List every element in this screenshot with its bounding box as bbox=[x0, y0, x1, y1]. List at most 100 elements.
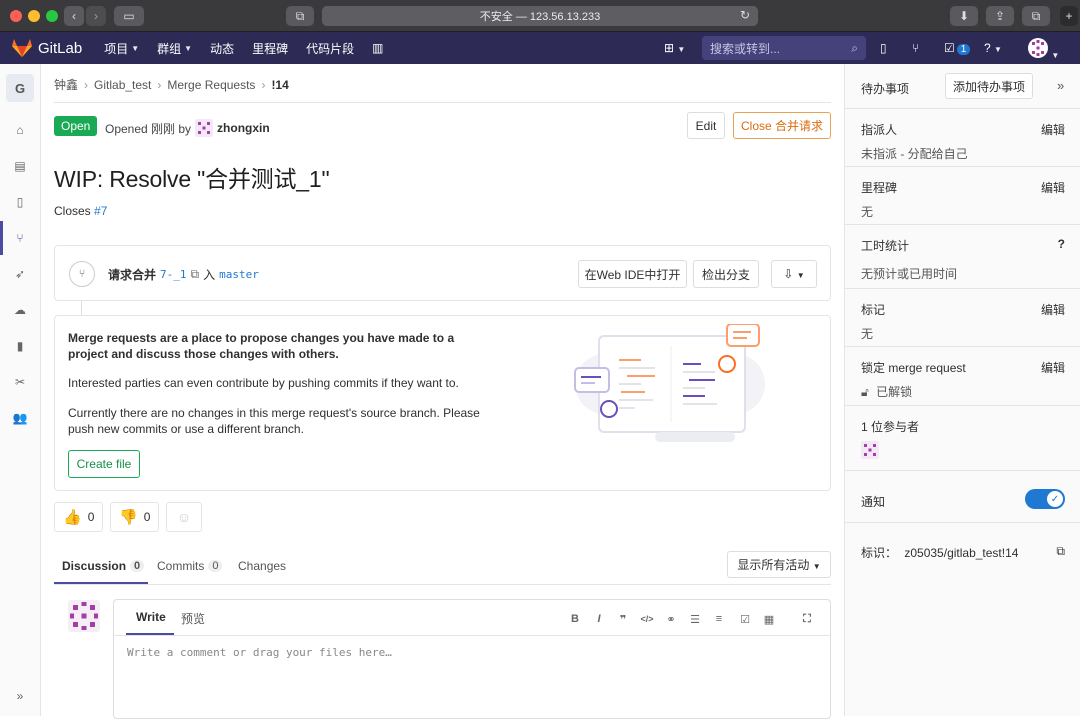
address-bar[interactable]: 不安全 — 123.56.13.233 ↻ bbox=[322, 6, 758, 26]
new-dropdown-button[interactable]: ⊞ ▼ bbox=[664, 41, 685, 55]
tabs-overview-button[interactable]: ⧉ bbox=[1022, 6, 1050, 26]
thumbsup-award-button[interactable]: 👍 0 bbox=[54, 502, 104, 532]
zoom-window-button[interactable] bbox=[46, 10, 58, 22]
assignee-edit-link[interactable]: 编辑 bbox=[1041, 121, 1065, 138]
quote-icon[interactable]: ❞ bbox=[616, 612, 630, 626]
brand-name: GitLab bbox=[38, 39, 83, 57]
nav-projects-label: 项目 bbox=[104, 41, 129, 56]
add-todo-button[interactable]: 添加待办事项 bbox=[945, 73, 1033, 99]
fullscreen-icon[interactable]: ⛶ bbox=[800, 612, 814, 626]
merge-requests-icon[interactable]: ⑂ bbox=[912, 41, 919, 55]
italic-icon[interactable]: I bbox=[592, 612, 606, 626]
labels-edit-link[interactable]: 编辑 bbox=[1041, 301, 1065, 318]
bullet-list-icon[interactable]: ☰ bbox=[688, 612, 702, 626]
opened-text: Opened 刚刚 by bbox=[105, 121, 192, 136]
page-title: WIP: Resolve "合并测试_1" bbox=[54, 166, 330, 192]
copy-icon[interactable]: ⧉ bbox=[1056, 544, 1065, 559]
operations-icon[interactable]: ☁ bbox=[12, 302, 28, 318]
sidebar-toggle-button[interactable]: ▭ bbox=[114, 6, 144, 26]
assignee-label: 指派人 bbox=[861, 123, 898, 137]
edit-button[interactable]: Edit bbox=[687, 112, 725, 139]
milestone-edit-link[interactable]: 编辑 bbox=[1041, 179, 1065, 196]
lock-section: 锁定 merge request 编辑 🔓︎ 已解锁 bbox=[861, 359, 1065, 400]
tab-discussion[interactable]: Discussion 0 bbox=[62, 548, 145, 584]
nav-activity[interactable]: 动态 bbox=[210, 40, 234, 57]
comment-textarea[interactable]: Write a comment or drag your files here… bbox=[127, 646, 392, 659]
download-dropdown-button[interactable]: ⇩ ▼ bbox=[771, 260, 817, 288]
breadcrumb-user[interactable]: 钟鑫 bbox=[54, 76, 78, 93]
share-button[interactable]: ⇪ bbox=[986, 6, 1014, 26]
table-icon[interactable]: ▦ bbox=[762, 612, 776, 626]
back-button[interactable]: ‹ bbox=[64, 6, 84, 26]
expand-sidebar-icon[interactable]: » bbox=[12, 688, 28, 704]
notifications-toggle[interactable]: ✓ bbox=[1025, 489, 1065, 509]
target-branch[interactable]: master bbox=[219, 268, 259, 281]
labels-label: 标记 bbox=[861, 303, 886, 317]
code-icon[interactable]: </> bbox=[640, 612, 654, 626]
commenter-avatar[interactable] bbox=[68, 600, 100, 632]
nav-groups[interactable]: 群组 ▼ bbox=[157, 40, 192, 57]
chart-icon[interactable]: ▥ bbox=[372, 41, 383, 55]
thumbsdown-award-button[interactable]: 👎 0 bbox=[110, 502, 160, 532]
wiki-icon[interactable]: ▮ bbox=[12, 338, 28, 354]
check-icon: ✓ bbox=[1047, 491, 1063, 507]
copy-icon[interactable]: ⧉ bbox=[191, 267, 200, 282]
preview-tab[interactable]: 预览 bbox=[181, 610, 205, 627]
thumbsup-count: 0 bbox=[87, 510, 95, 524]
divider bbox=[845, 405, 1080, 406]
labels-value: 无 bbox=[861, 327, 874, 341]
search-input[interactable]: 搜索或转到... ⌕ bbox=[702, 36, 866, 60]
open-in-web-ide-button[interactable]: 在Web IDE中打开 bbox=[578, 260, 687, 288]
minimize-window-button[interactable] bbox=[28, 10, 40, 22]
reload-icon[interactable]: ↻ bbox=[740, 8, 750, 22]
close-window-button[interactable] bbox=[10, 10, 22, 22]
help-button[interactable]: ? ▼ bbox=[984, 41, 1002, 55]
mr-count-badge: 1 bbox=[956, 44, 971, 55]
author-name[interactable]: zhongxin bbox=[217, 121, 270, 135]
tab-commits[interactable]: Commits 0 bbox=[157, 548, 223, 584]
repository-icon[interactable]: ▤ bbox=[12, 158, 28, 174]
nav-milestones[interactable]: 里程碑 bbox=[252, 40, 288, 57]
issues-icon[interactable]: ▯ bbox=[880, 41, 887, 55]
nav-projects[interactable]: 项目 ▼ bbox=[104, 40, 139, 57]
rocket-icon[interactable]: ➶ bbox=[12, 266, 28, 282]
numbered-list-icon[interactable]: ≡ bbox=[712, 612, 726, 626]
author-avatar[interactable] bbox=[195, 119, 214, 137]
create-file-button[interactable]: Create file bbox=[68, 450, 140, 478]
write-tab[interactable]: Write bbox=[136, 610, 166, 624]
help-icon[interactable]: ? bbox=[1058, 237, 1065, 251]
tab-changes[interactable]: Changes bbox=[238, 548, 286, 584]
project-avatar[interactable]: G bbox=[6, 74, 34, 102]
forward-button[interactable]: › bbox=[86, 6, 106, 26]
activity-filter-dropdown[interactable]: 显示所有活动 ▼ bbox=[727, 551, 831, 578]
home-icon[interactable]: ⌂ bbox=[12, 122, 28, 138]
lock-edit-link[interactable]: 编辑 bbox=[1041, 359, 1065, 376]
issue-link[interactable]: #7 bbox=[94, 204, 107, 218]
user-menu-button[interactable]: ▼ bbox=[1028, 38, 1059, 61]
todos-button[interactable]: ☑ 1 bbox=[944, 41, 971, 55]
task-list-icon[interactable]: ☑ bbox=[738, 612, 752, 626]
extension-button[interactable]: ⧉ bbox=[286, 6, 314, 26]
gitlab-logo[interactable]: GitLab bbox=[12, 39, 82, 57]
nav-snippets[interactable]: 代码片段 bbox=[306, 40, 354, 57]
members-icon[interactable]: 👥 bbox=[12, 410, 28, 426]
issues-icon[interactable]: ▯ bbox=[12, 194, 28, 210]
new-tab-button[interactable]: + bbox=[1060, 6, 1078, 26]
checkout-branch-button[interactable]: 检出分支 bbox=[693, 260, 759, 288]
source-branch[interactable]: 7-_1 bbox=[160, 268, 187, 281]
add-reaction-button[interactable]: ☺ bbox=[166, 502, 202, 532]
breadcrumb-merge-requests[interactable]: Merge Requests bbox=[167, 78, 255, 92]
collapse-sidebar-icon[interactable]: » bbox=[1057, 78, 1064, 93]
merge-request-icon: ⑂ bbox=[69, 261, 95, 287]
breadcrumb-project[interactable]: Gitlab_test bbox=[94, 78, 151, 92]
snippets-icon[interactable]: ✂ bbox=[12, 374, 28, 390]
downloads-button[interactable]: ⬇ bbox=[950, 6, 978, 26]
link-icon[interactable]: ⚭ bbox=[664, 612, 678, 626]
merge-requests-icon[interactable]: ⑂ bbox=[12, 230, 28, 246]
assignee-value[interactable]: 未指派 - 分配给自己 bbox=[861, 145, 1065, 162]
close-mr-button[interactable]: Close 合并请求 bbox=[733, 112, 831, 139]
participant-avatar[interactable] bbox=[861, 441, 879, 459]
bold-icon[interactable]: B bbox=[568, 612, 582, 626]
breadcrumb-current[interactable]: !14 bbox=[271, 78, 288, 92]
lock-status: 🔓︎ 已解锁 bbox=[861, 383, 1065, 400]
